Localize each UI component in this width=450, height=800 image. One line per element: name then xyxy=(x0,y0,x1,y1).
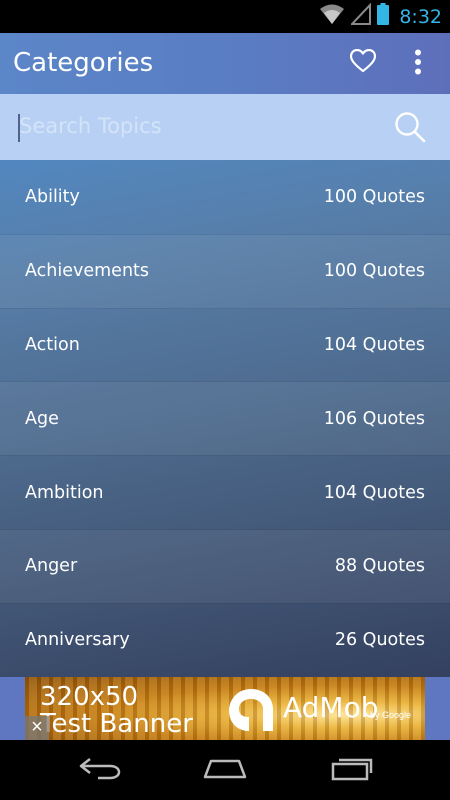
back-button[interactable] xyxy=(70,752,130,788)
category-name: Ambition xyxy=(25,482,104,503)
home-icon xyxy=(201,756,249,785)
ad-size-text: 320x50 xyxy=(40,682,139,712)
category-name: Action xyxy=(25,334,80,355)
overflow-menu-icon xyxy=(414,49,422,80)
navigation-bar xyxy=(0,740,450,800)
admob-logo-icon xyxy=(227,687,275,733)
heart-icon xyxy=(349,48,377,78)
status-bar: 8:32 xyxy=(0,0,450,33)
ad-brand: AdMob xyxy=(283,691,379,724)
status-time: 8:32 xyxy=(399,5,442,28)
list-item[interactable]: Anniversary 26 Quotes xyxy=(0,602,450,677)
ad-close-button[interactable]: × xyxy=(25,716,49,740)
quote-count: 104 Quotes xyxy=(323,482,425,503)
category-name: Age xyxy=(25,408,59,429)
recent-apps-icon xyxy=(330,755,374,786)
signal-icon xyxy=(350,2,372,30)
quote-count: 100 Quotes xyxy=(323,186,425,207)
battery-icon xyxy=(377,3,390,30)
status-icons: 8:32 xyxy=(319,0,450,33)
category-name: Anger xyxy=(25,556,78,577)
search-button[interactable] xyxy=(392,109,428,145)
search-bar xyxy=(0,94,450,160)
list-item[interactable]: Achievements 100 Quotes xyxy=(0,233,450,308)
ad-label-text: Test Banner xyxy=(40,709,193,739)
back-icon xyxy=(78,756,122,785)
overflow-menu-button[interactable] xyxy=(405,47,431,81)
category-name: Achievements xyxy=(25,261,150,282)
action-bar: Categories xyxy=(0,33,450,94)
quote-count: 26 Quotes xyxy=(334,630,425,651)
text-cursor xyxy=(18,114,20,142)
search-icon xyxy=(392,112,428,149)
category-name: Anniversary xyxy=(25,630,130,651)
quote-count: 104 Quotes xyxy=(323,334,425,355)
quote-count: 106 Quotes xyxy=(323,408,425,429)
category-name: Ability xyxy=(25,186,80,207)
search-input[interactable] xyxy=(19,106,379,146)
favorites-button[interactable] xyxy=(346,47,380,79)
list-item[interactable]: Ambition 104 Quotes xyxy=(0,455,450,529)
home-button[interactable] xyxy=(195,752,255,788)
quote-count: 88 Quotes xyxy=(334,556,425,577)
quote-count: 100 Quotes xyxy=(323,261,425,282)
list-item[interactable]: Age 106 Quotes xyxy=(0,381,450,455)
category-list: Ability 100 Quotes Achievements 100 Quot… xyxy=(0,160,450,677)
list-item[interactable]: Anger 88 Quotes xyxy=(0,528,450,603)
ad-banner[interactable]: 320x50 Test Banner AdMob by Google xyxy=(25,677,425,740)
wifi-icon xyxy=(319,3,345,30)
ad-by-google: by Google xyxy=(370,710,412,720)
list-item[interactable]: Ability 100 Quotes xyxy=(0,160,450,234)
list-item[interactable]: Action 104 Quotes xyxy=(0,307,450,382)
recent-apps-button[interactable] xyxy=(322,752,382,788)
page-title: Categories xyxy=(13,48,154,78)
